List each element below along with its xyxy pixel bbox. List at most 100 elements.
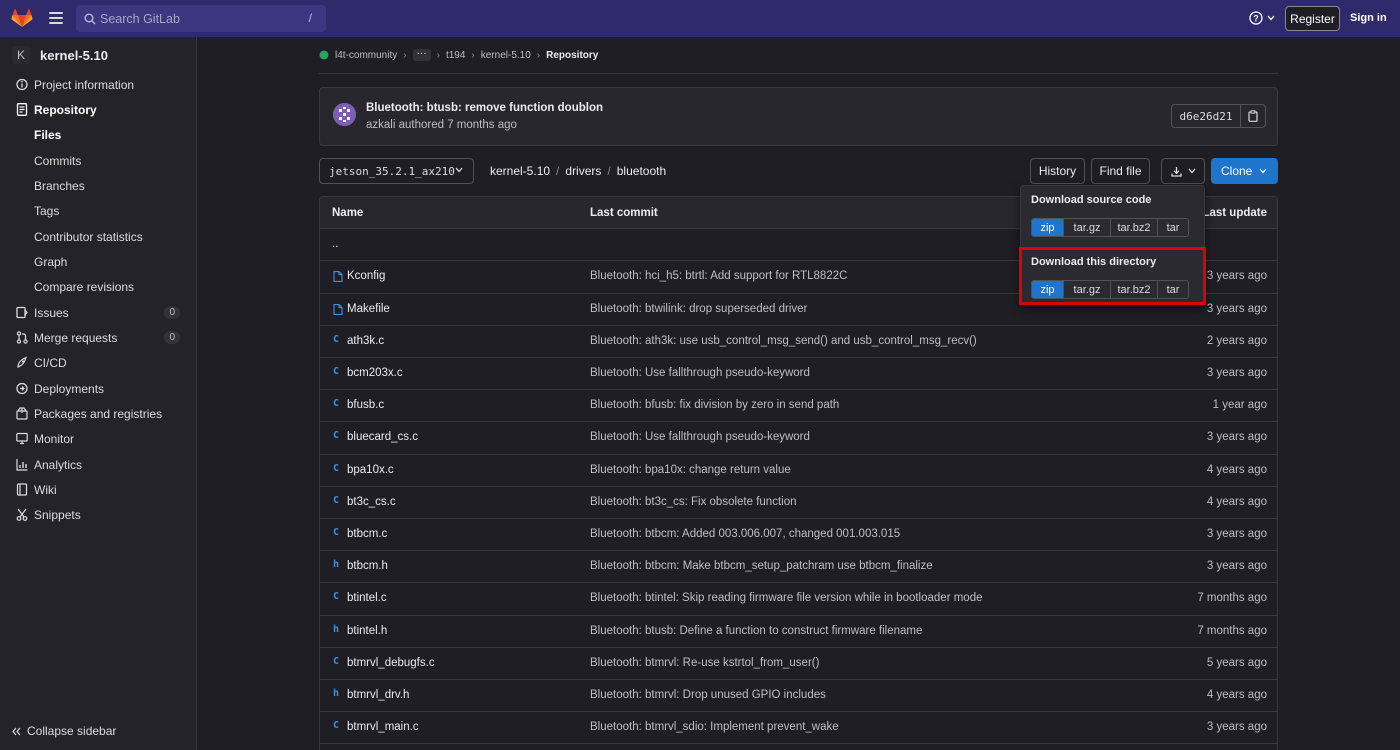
commit-message-link[interactable]: Bluetooth: hci_h5: btrtl: Add support fo… [590, 270, 847, 282]
sidebar-item-project-information[interactable]: Project information [0, 73, 196, 97]
file-name-link[interactable]: bfusb.c [347, 399, 384, 411]
commit-message-link[interactable]: Bluetooth: bpa10x: change return value [590, 464, 791, 476]
file-name-link[interactable]: btbcm.h [347, 560, 388, 572]
commit-message-link[interactable]: Bluetooth: btbcm: Added 003.006.007, cha… [590, 528, 900, 540]
sidebar-item-deployments[interactable]: Deployments [0, 377, 196, 401]
sign-in-link[interactable]: Sign in [1350, 12, 1387, 24]
table-row[interactable]: Cbtmrvl_debugfs.c Bluetooth: btmrvl: Re-u… [320, 648, 1277, 680]
commit-message-link[interactable]: Bluetooth: ath3k: use usb_control_msg_se… [590, 335, 977, 347]
sidebar-item-branches[interactable]: Branches [0, 174, 196, 198]
file-name-link[interactable]: Makefile [347, 303, 390, 315]
collapse-sidebar-button[interactable]: Collapse sidebar [12, 724, 116, 738]
sidebar-item-commits[interactable]: Commits [0, 149, 196, 173]
file-name-link[interactable]: btintel.c [347, 592, 387, 604]
commit-message-link[interactable]: Bluetooth: btintel: Skip reading firmwar… [590, 592, 983, 604]
download-source-tar-bz2[interactable]: tar.bz2 [1111, 219, 1158, 236]
sidebar-item-ci-cd[interactable]: CI/CD [0, 351, 196, 375]
sidebar-item-analytics[interactable]: Analytics [0, 453, 196, 477]
sidebar-item-wiki[interactable]: Wiki [0, 478, 196, 502]
download-source-tar[interactable]: tar [1158, 219, 1188, 236]
file-name-link[interactable]: ath3k.c [347, 335, 384, 347]
commit-message-link[interactable]: Bluetooth: btbcm: Make btbcm_setup_patch… [590, 560, 933, 572]
file-name-link[interactable]: btintel.h [347, 625, 387, 637]
commit-sha[interactable]: d6e26d21 [1172, 105, 1241, 127]
sidebar-item-compare-revisions[interactable]: Compare revisions [0, 275, 196, 299]
table-row[interactable]: Cbluecard_cs.c Bluetooth: Use fallthrough… [320, 422, 1277, 455]
commit-message-link[interactable]: Bluetooth: btmrvl: Re-use kstrtol_from_u… [590, 657, 819, 669]
path-separator: / [607, 164, 611, 178]
hamburger-menu-icon[interactable] [49, 12, 63, 24]
commit-message-link[interactable]: Bluetooth: btmrvl: Drop unused GPIO incl… [590, 689, 826, 701]
commit-title-link[interactable]: Bluetooth: btusb: remove function doublo… [366, 102, 603, 114]
table-row[interactable]: Cbtmrvl_main.c Bluetooth: btmrvl_sdio: Im… [320, 712, 1277, 745]
table-row[interactable]: h btmrvl_drv.h Bluetooth: btmrvl: Drop unu… [320, 680, 1277, 713]
sidebar-item-tags[interactable]: Tags [0, 199, 196, 223]
sidebar-item-snippets[interactable]: Snippets [0, 503, 196, 527]
table-row[interactable]: Cbcm203x.c Bluetooth: Use fallthrough pse… [320, 358, 1277, 391]
search-input[interactable]: Search GitLab / [76, 5, 326, 32]
commit-message-link[interactable]: Bluetooth: btmrvl_sdio: Implement preven… [590, 721, 839, 733]
project-header[interactable]: K kernel-5.10 [12, 46, 108, 64]
table-row[interactable]: Cbpa10x.c Bluetooth: bpa10x: change retur… [320, 455, 1277, 487]
sidebar-item-graph[interactable]: Graph [0, 250, 196, 274]
path-segment[interactable]: kernel-5.10 [490, 164, 550, 178]
file-name-link[interactable]: btmrvl_drv.h [347, 689, 409, 701]
download-directory-tar[interactable]: tar [1158, 281, 1188, 298]
breadcrumb: l4t-community › ··· › t194 › kernel-5.10… [319, 49, 598, 61]
table-row[interactable]: Cbfusb.c Bluetooth: bfusb: fix division b… [320, 390, 1277, 423]
commit-message-link[interactable]: Bluetooth: bt3c_cs: Fix obsolete functio… [590, 496, 796, 508]
history-button[interactable]: History [1030, 158, 1085, 184]
path-segment[interactable]: drivers [565, 164, 601, 178]
file-name-link[interactable]: btmrvl_main.c [347, 721, 419, 733]
file-name-link[interactable]: btbcm.c [347, 528, 387, 540]
file-name-link[interactable]: btmrvl_debugfs.c [347, 657, 435, 669]
sidebar-item-issues[interactable]: Issues 0 [0, 301, 196, 325]
sidebar-item-files[interactable]: Files [0, 123, 196, 147]
author-avatar[interactable] [333, 103, 356, 126]
commit-meta: azkali authored 7 months ago [366, 119, 517, 131]
sidebar-item-packages-registries[interactable]: Packages and registries [0, 402, 196, 426]
download-source-tar-gz[interactable]: tar.gz [1064, 219, 1111, 236]
commit-message-link[interactable]: Bluetooth: Use fallthrough pseudo-keywor… [590, 431, 810, 443]
branch-selector-dropdown[interactable]: jetson_35.2.1_ax210 [319, 158, 474, 184]
gitlab-tanuki-icon[interactable] [11, 8, 33, 28]
download-directory-tar-bz2[interactable]: tar.bz2 [1111, 281, 1158, 298]
table-row[interactable]: Cbt3c_cs.c Bluetooth: bt3c_cs: Fix obsole… [320, 487, 1277, 519]
table-row[interactable]: h btintel.h Bluetooth: btusb: Define a fun… [320, 616, 1277, 648]
parent-directory-link[interactable]: .. [332, 238, 338, 250]
download-dropdown-button[interactable] [1161, 158, 1205, 184]
breadcrumb-item[interactable]: l4t-community [335, 50, 397, 61]
commit-message-link[interactable]: Bluetooth: btwilink: drop superseded dri… [590, 303, 807, 315]
download-directory-tar-gz[interactable]: tar.gz [1064, 281, 1111, 298]
find-file-button[interactable]: Find file [1091, 158, 1150, 184]
commit-message-link[interactable]: Bluetooth: Use fallthrough pseudo-keywor… [590, 367, 810, 379]
file-name-link[interactable]: bpa10x.c [347, 464, 394, 476]
copy-sha-button[interactable] [1241, 105, 1265, 127]
file-name-link[interactable]: bcm203x.c [347, 367, 403, 379]
sidebar-item-merge-requests[interactable]: Merge requests 0 [0, 326, 196, 350]
breadcrumb-item[interactable]: t194 [446, 50, 465, 61]
download-directory-zip[interactable]: zip [1032, 281, 1064, 298]
table-row[interactable]: Cbtbcm.c Bluetooth: btbcm: Added 003.006.… [320, 519, 1277, 552]
download-source-zip[interactable]: zip [1032, 219, 1064, 236]
breadcrumb-current[interactable]: Repository [546, 50, 598, 61]
breadcrumb-ellipsis-button[interactable]: ··· [412, 49, 431, 61]
sidebar-item-monitor[interactable]: Monitor [0, 427, 196, 451]
table-row[interactable]: Cbtintel.c Bluetooth: btintel: Skip readi… [320, 583, 1277, 616]
file-name-link[interactable]: bt3c_cs.c [347, 496, 396, 508]
breadcrumb-item[interactable]: kernel-5.10 [481, 50, 531, 61]
commit-message-link[interactable]: Bluetooth: btusb: Define a function to c… [590, 625, 922, 637]
clone-button[interactable]: Clone [1211, 158, 1278, 184]
table-row[interactable]: Cath3k.c Bluetooth: ath3k: use usb_contro… [320, 326, 1277, 358]
commit-message-link[interactable]: Bluetooth: bfusb: fix division by zero i… [590, 399, 839, 411]
table-row[interactable]: h btbcm.h Bluetooth: btbcm: Make btbcm_set… [320, 551, 1277, 584]
book-icon [16, 483, 28, 496]
help-dropdown[interactable]: ? [1249, 11, 1275, 25]
path-segment[interactable]: bluetooth [617, 164, 666, 178]
register-button[interactable]: Register [1285, 6, 1340, 31]
sidebar-item-contributor-statistics[interactable]: Contributor statistics [0, 225, 196, 249]
file-name-link[interactable]: bluecard_cs.c [347, 431, 418, 443]
commit-author-link[interactable]: azkali [366, 119, 395, 131]
sidebar-item-repository[interactable]: Repository [0, 98, 196, 122]
file-name-link[interactable]: Kconfig [347, 270, 385, 282]
